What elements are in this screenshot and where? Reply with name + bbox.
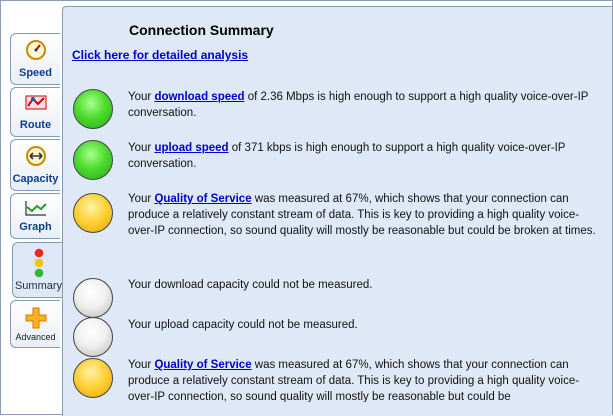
capacity-icon <box>25 145 47 172</box>
download-speed-message: Your download speed of 2.36 Mbps is high… <box>128 89 603 121</box>
speedometer-icon <box>25 39 47 66</box>
tab-route[interactable]: Route <box>10 87 60 137</box>
upload-speed-message: Your upload speed of 371 kbps is high en… <box>128 140 603 172</box>
download-speed-link[interactable]: download speed <box>154 91 244 103</box>
message-text: Your <box>128 142 155 154</box>
detailed-analysis-link[interactable]: Click here for detailed analysis <box>72 48 248 62</box>
tab-speed[interactable]: Speed <box>10 33 60 85</box>
panel-title: Connection Summary <box>129 22 274 38</box>
quality-of-service-link[interactable]: Quality of Service <box>154 193 251 205</box>
status-light-yellow <box>73 193 113 233</box>
tab-capacity[interactable]: Capacity <box>10 139 60 191</box>
upload-speed-link[interactable]: upload speed <box>154 142 228 154</box>
tab-label: Advanced <box>15 332 56 342</box>
panel-content: Connection Summary Click here for detail… <box>63 7 612 402</box>
status-light-green <box>73 89 113 129</box>
message-text: Your <box>128 359 155 371</box>
summary-panel: Connection Summary Click here for detail… <box>62 6 612 416</box>
quality-of-service-message: Your Quality of Service was measured at … <box>128 357 603 402</box>
download-capacity-message: Your download capacity could not be meas… <box>128 279 373 291</box>
tab-summary[interactable]: Summary <box>12 242 64 298</box>
tab-graph[interactable]: Graph <box>10 193 60 239</box>
quality-of-service-link[interactable]: Quality of Service <box>154 359 251 371</box>
tab-label: Capacity <box>12 173 59 185</box>
tab-label: Route <box>19 119 52 131</box>
message-text: Your <box>128 91 155 103</box>
upload-capacity-message: Your upload capacity could not be measur… <box>128 319 358 331</box>
status-light-green <box>73 140 113 180</box>
status-light-yellow <box>73 358 113 398</box>
tab-advanced[interactable]: Advanced <box>10 300 60 348</box>
status-light-gray <box>73 317 113 357</box>
traffic-light-icon <box>33 248 45 283</box>
message-text: Your <box>128 193 155 205</box>
tab-label: Graph <box>19 221 52 233</box>
route-icon <box>24 93 48 118</box>
graph-icon <box>24 199 48 222</box>
status-light-gray <box>73 278 113 318</box>
plus-icon <box>24 306 48 335</box>
quality-of-service-message: Your Quality of Service was measured at … <box>128 191 603 239</box>
tab-label: Speed <box>18 67 52 79</box>
tab-label: Summary <box>14 280 63 292</box>
